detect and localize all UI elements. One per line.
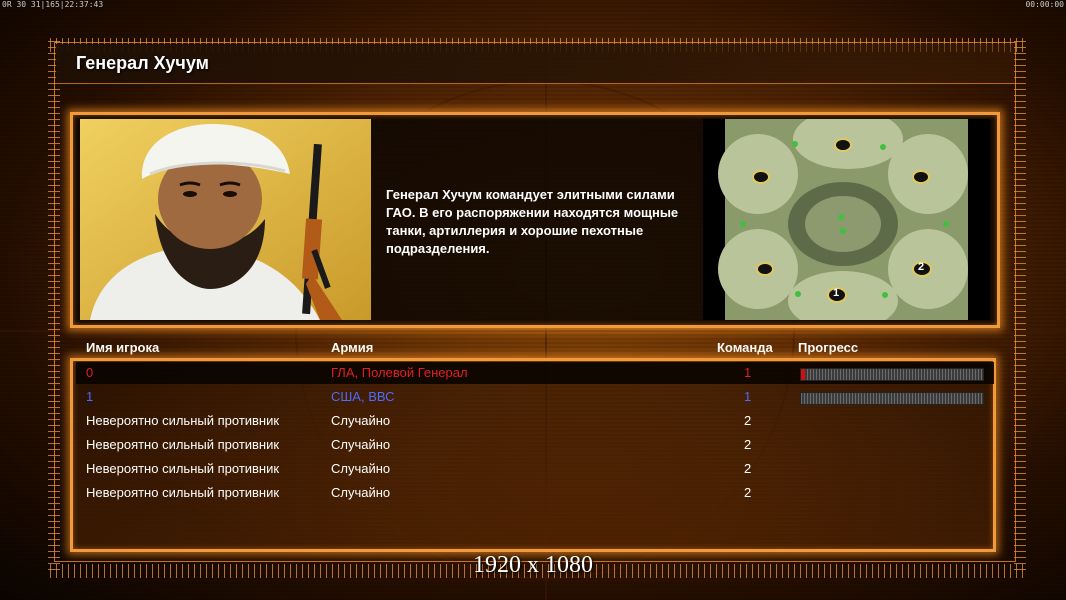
- start-marker-1: 1: [833, 287, 840, 299]
- progress-bar: [800, 368, 984, 381]
- player-name: 1: [86, 389, 94, 404]
- player-army: Случайно: [331, 461, 391, 476]
- column-header-army: Армия: [331, 340, 374, 355]
- player-name: Невероятно сильный противник: [86, 461, 280, 476]
- resolution-label: 1920 x 1080: [473, 552, 593, 578]
- status-overlay-right: 00:00:00: [1025, 0, 1064, 9]
- player-name: 0: [86, 365, 94, 380]
- player-team: 2: [744, 437, 752, 452]
- player-row[interactable]: Невероятно сильный противник Случайно 2: [76, 410, 994, 432]
- general-title: Генерал Хучум: [76, 53, 209, 73]
- player-team: 2: [744, 413, 752, 428]
- player-row[interactable]: Невероятно сильный противник Случайно 2: [76, 458, 994, 480]
- player-row[interactable]: 1 США, ВВС 1: [76, 386, 994, 408]
- player-army: ГЛА, Полевой Генерал: [331, 365, 468, 380]
- player-team: 1: [744, 365, 752, 380]
- player-army: Случайно: [331, 485, 391, 500]
- player-army: США, ВВС: [331, 389, 395, 404]
- player-army: Случайно: [331, 437, 391, 452]
- player-name: Невероятно сильный противник: [86, 485, 280, 500]
- general-description: Генерал Хучум командует элитными силами …: [386, 187, 679, 256]
- start-marker-2: 2: [918, 261, 925, 273]
- column-header-name: Имя игрока: [86, 340, 160, 355]
- column-header-team: Команда: [717, 340, 773, 355]
- progress-fill: [801, 369, 805, 380]
- player-team: 2: [744, 461, 752, 476]
- player-name: Невероятно сильный противник: [86, 437, 280, 452]
- general-portrait-icon: [80, 119, 371, 320]
- progress-bar: [800, 392, 984, 405]
- player-row[interactable]: Невероятно сильный противник Случайно 2: [76, 434, 994, 456]
- status-overlay-left: 0R 30 31|165|22:37:43: [2, 0, 104, 9]
- player-row[interactable]: 0 ГЛА, Полевой Генерал 1: [76, 362, 994, 384]
- player-team: 2: [744, 485, 752, 500]
- player-army: Случайно: [331, 413, 391, 428]
- player-name: Невероятно сильный противник: [86, 413, 280, 428]
- player-team: 1: [744, 389, 752, 404]
- column-header-progress: Прогресс: [798, 340, 859, 355]
- player-row[interactable]: Невероятно сильный противник Случайно 2: [76, 482, 994, 504]
- map-preview-icon: 1 2: [703, 109, 990, 331]
